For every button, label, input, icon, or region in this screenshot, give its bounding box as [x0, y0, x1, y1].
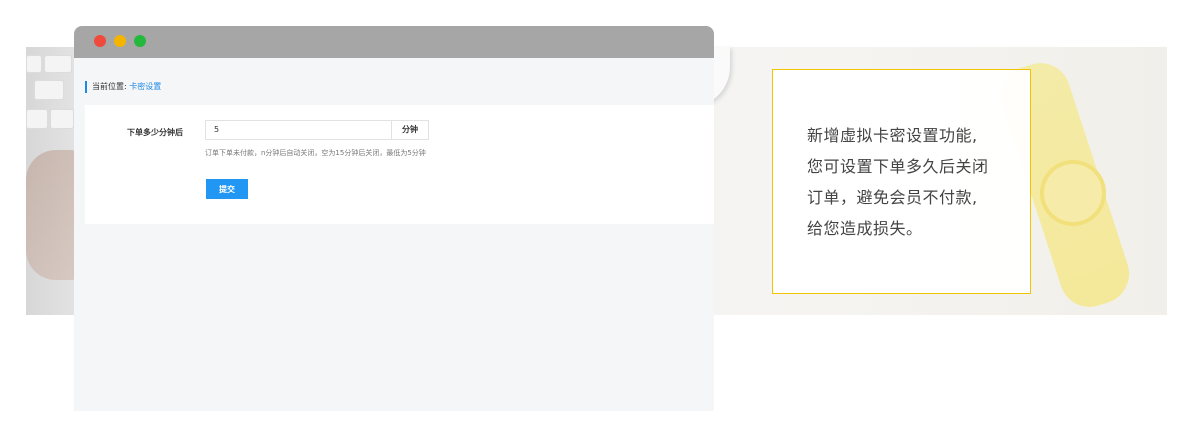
field-help-text: 订单下单未付款，n分钟后自动关闭，空为15分钟后关闭，最低为5分钟: [205, 149, 426, 157]
maximize-dot-icon[interactable]: [134, 35, 146, 47]
close-after-minutes-label: 下单多少分钟后: [127, 128, 183, 137]
breadcrumb-current-link[interactable]: 卡密设置: [129, 82, 161, 91]
breadcrumb: 当前位置: 卡密设置: [85, 81, 161, 93]
promo-line: 给您造成损失。: [807, 219, 923, 238]
settings-panel: 下单多少分钟后 5 分钟 订单下单未付款，n分钟后自动关闭，空为15分钟后关闭，…: [85, 105, 714, 224]
window-titlebar: [74, 26, 714, 58]
feature-promo-box: 新增虚拟卡密设置功能, 您可设置下单多久后关闭 订单，避免会员不付款, 给您造成…: [772, 69, 1031, 294]
promo-line: 新增虚拟卡密设置功能,: [807, 126, 978, 145]
breadcrumb-prefix: 当前位置:: [92, 82, 127, 91]
hand-graphic: [26, 150, 81, 280]
promo-line: 订单，避免会员不付款,: [807, 188, 978, 207]
submit-button[interactable]: 提交: [206, 179, 248, 199]
watch-face-graphic: [1040, 160, 1106, 226]
close-dot-icon[interactable]: [94, 35, 106, 47]
close-after-minutes-input[interactable]: 5: [205, 120, 391, 140]
minutes-unit-addon: 分钟: [391, 120, 429, 140]
minimize-dot-icon[interactable]: [114, 35, 126, 47]
promo-text: 新增虚拟卡密设置功能, 您可设置下单多久后关闭 订单，避免会员不付款, 给您造成…: [807, 120, 1017, 244]
browser-window: 当前位置: 卡密设置 下单多少分钟后 5 分钟 订单下单未付款，n分钟后自动关闭…: [74, 26, 714, 411]
promo-line: 您可设置下单多久后关闭: [807, 157, 989, 176]
